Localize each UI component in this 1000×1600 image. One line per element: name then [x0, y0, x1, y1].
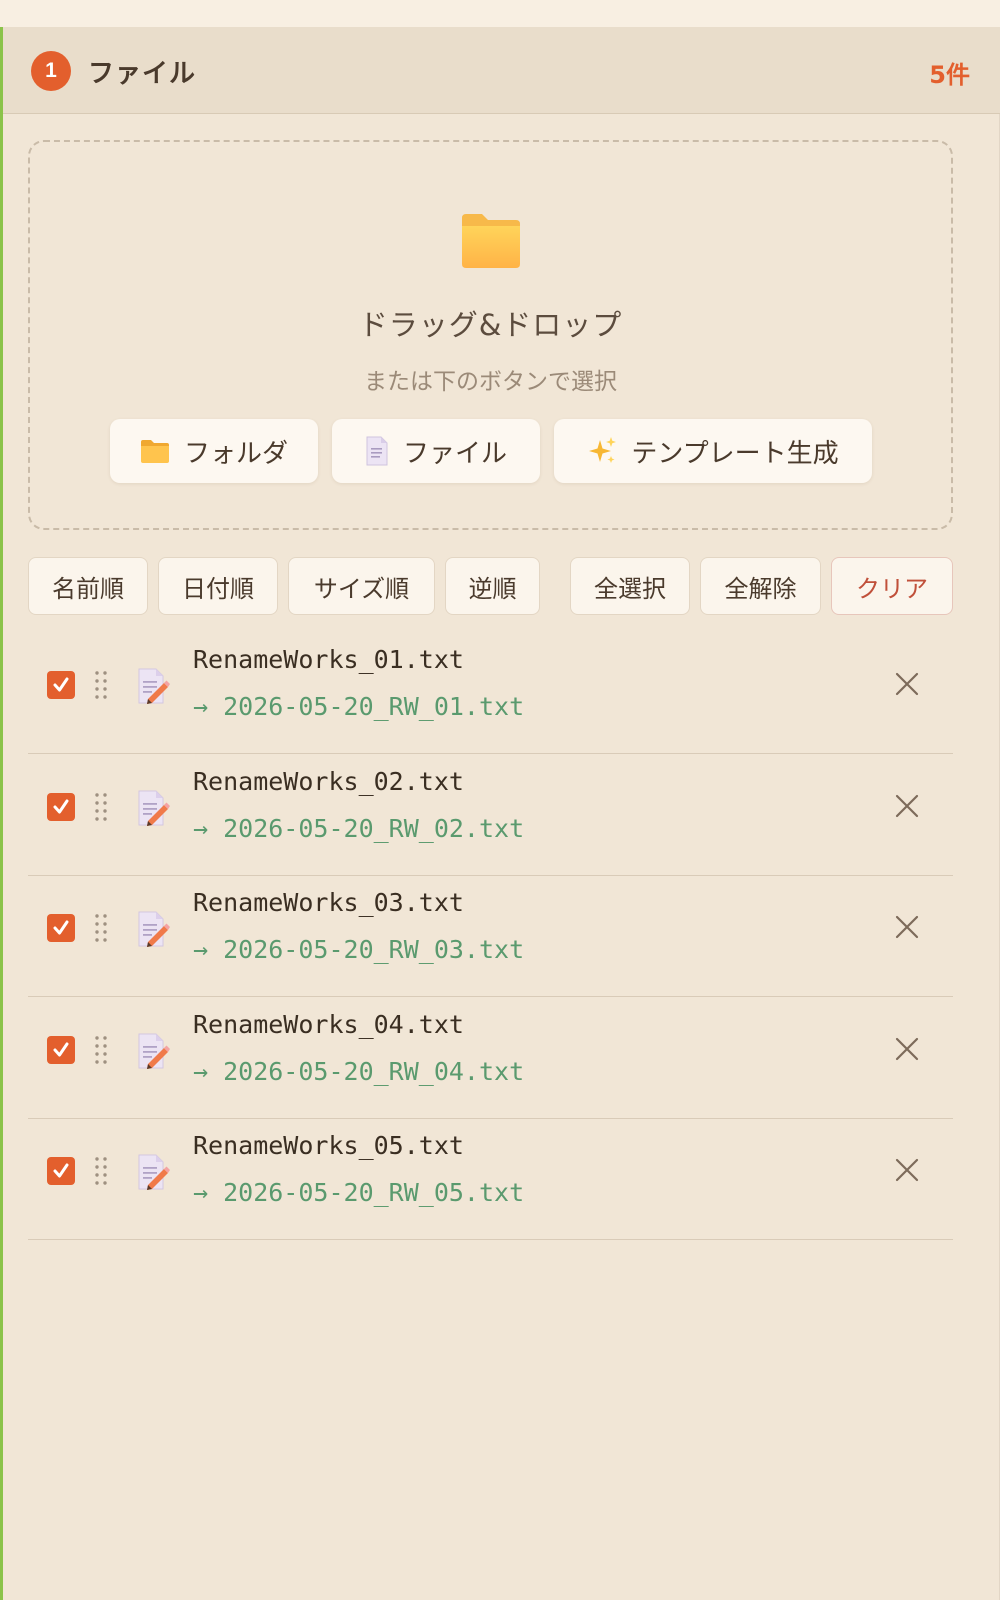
file-row[interactable]: RenameWorks_05.txt → 2026-05-20_RW_05.txt [28, 1119, 953, 1240]
file-checkbox[interactable] [47, 914, 75, 942]
new-file-name-preview: → 2026-05-20_RW_03.txt [193, 935, 525, 964]
sort-by-size-button[interactable]: サイズ順 [288, 557, 435, 615]
remove-file-icon[interactable] [894, 1157, 920, 1183]
file-row[interactable]: RenameWorks_03.txt → 2026-05-20_RW_03.txt [28, 876, 953, 997]
file-checkbox[interactable] [47, 1157, 75, 1185]
text-document-icon [136, 1153, 170, 1195]
file-checkbox[interactable] [47, 1035, 75, 1064]
drop-zone[interactable]: ドラッグ&ドロップ または下のボタンで選択 フォルダ ファイル テンプレート生成 [28, 140, 953, 530]
drag-handle-icon[interactable] [94, 912, 108, 944]
new-file-name-preview: → 2026-05-20_RW_05.txt [193, 1178, 525, 1207]
drag-handle-icon[interactable] [94, 1034, 108, 1066]
remove-file-icon[interactable] [894, 671, 920, 697]
drag-handle-icon[interactable] [94, 1155, 108, 1187]
file-count: 5件 [929, 61, 970, 89]
drag-handle-icon[interactable] [94, 669, 108, 701]
step-number-badge: 1 [31, 51, 71, 91]
original-file-name: RenameWorks_05.txt [193, 1131, 464, 1160]
top-strip [0, 0, 1000, 27]
text-document-icon [136, 789, 170, 831]
dropzone-subtitle: または下のボタンで選択 [364, 369, 617, 395]
left-accent-line [0, 27, 3, 1600]
file-row[interactable]: RenameWorks_04.txt → 2026-05-20_RW_04.txt [28, 998, 953, 1119]
remove-file-icon[interactable] [894, 1036, 920, 1062]
select-file-button[interactable]: ファイル [332, 419, 540, 483]
document-icon [365, 436, 389, 466]
select-file-label: ファイル [402, 438, 507, 469]
select-folder-label: フォルダ [183, 438, 288, 469]
original-file-name: RenameWorks_01.txt [193, 645, 464, 674]
deselect-all-button[interactable]: 全解除 [700, 557, 821, 615]
original-file-name: RenameWorks_03.txt [193, 888, 464, 917]
generate-template-label: テンプレート生成 [631, 438, 839, 469]
text-document-icon [136, 667, 170, 709]
folder-icon [140, 438, 170, 464]
reverse-order-button[interactable]: 逆順 [445, 557, 540, 615]
remove-file-icon[interactable] [894, 793, 920, 819]
file-row[interactable]: RenameWorks_02.txt → 2026-05-20_RW_02.txt [28, 755, 953, 876]
drag-handle-icon[interactable] [94, 791, 108, 823]
original-file-name: RenameWorks_04.txt [193, 1009, 464, 1039]
generate-template-button[interactable]: テンプレート生成 [554, 419, 872, 483]
sparkles-icon [587, 436, 617, 466]
clear-list-button[interactable]: クリア [831, 557, 953, 615]
text-document-icon [136, 1032, 170, 1074]
remove-file-icon[interactable] [894, 914, 920, 940]
original-file-name: RenameWorks_02.txt [193, 766, 464, 796]
text-document-icon [136, 910, 170, 952]
files-panel-header: 1 ファイル 5件 [3, 27, 1000, 114]
new-file-name-preview: → 2026-05-20_RW_01.txt [193, 692, 525, 721]
dropzone-title: ドラッグ&ドロップ [358, 308, 623, 342]
folder-icon [462, 214, 520, 268]
new-file-name-preview: → 2026-05-20_RW_04.txt [193, 1056, 525, 1086]
select-folder-button[interactable]: フォルダ [110, 419, 318, 483]
sort-by-date-button[interactable]: 日付順 [158, 557, 278, 615]
sort-by-name-button[interactable]: 名前順 [28, 557, 148, 615]
select-all-button[interactable]: 全選択 [570, 557, 690, 615]
file-checkbox[interactable] [47, 792, 75, 821]
panel-title: ファイル [88, 59, 197, 89]
new-file-name-preview: → 2026-05-20_RW_02.txt [193, 813, 525, 843]
file-checkbox[interactable] [47, 671, 75, 699]
file-row[interactable]: RenameWorks_01.txt → 2026-05-20_RW_01.txt [28, 633, 953, 754]
